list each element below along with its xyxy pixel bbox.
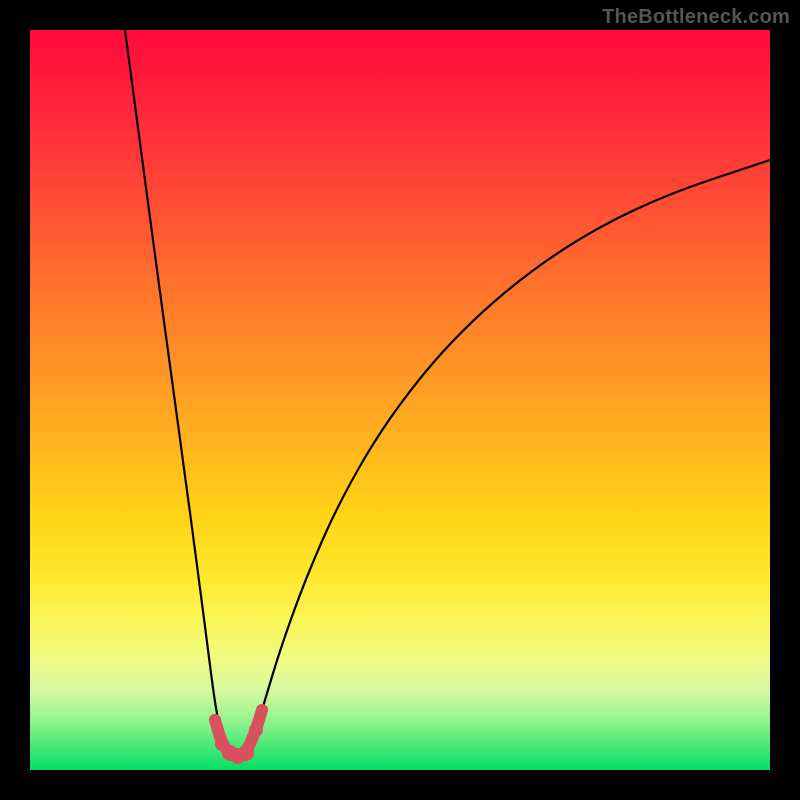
bottleneck-chart — [30, 30, 770, 770]
valley-bead — [256, 704, 268, 716]
watermark-text: TheBottleneck.com — [602, 6, 790, 29]
valley-bead — [249, 723, 263, 737]
right-curve — [246, 160, 770, 753]
gradient-plot-area — [30, 30, 770, 770]
valley-bead — [209, 714, 221, 726]
valley-bead — [238, 745, 254, 761]
left-curve — [125, 30, 230, 753]
